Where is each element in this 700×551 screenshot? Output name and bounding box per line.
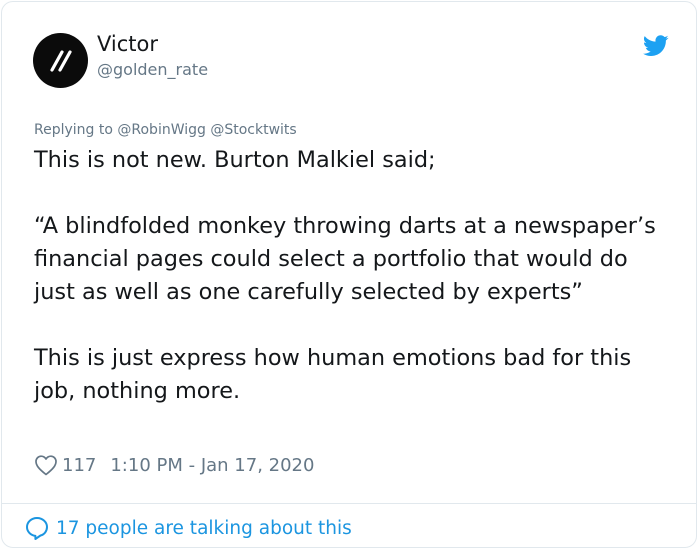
tweet-meta: 117 1:10 PM - Jan 17, 2020 bbox=[34, 452, 314, 478]
twitter-bird-icon[interactable] bbox=[643, 35, 669, 57]
divider bbox=[2, 503, 696, 504]
double-slash-logo-icon bbox=[49, 49, 72, 72]
author-name[interactable]: Victor bbox=[97, 32, 158, 56]
avatar[interactable] bbox=[33, 33, 88, 88]
replying-to: Replying to @RobinWigg @Stocktwits bbox=[34, 122, 297, 138]
conversation-label[interactable]: 17 people are talking about this bbox=[56, 518, 352, 539]
mention-link[interactable]: @Stocktwits bbox=[210, 122, 296, 138]
replying-prefix: Replying to bbox=[34, 122, 113, 138]
like-count[interactable]: 117 bbox=[62, 455, 96, 476]
tweet-text: This is not new. Burton Malkiel said; “A… bbox=[34, 147, 656, 404]
conversation-link[interactable]: 17 people are talking about this bbox=[24, 514, 352, 542]
tweet-card: Victor @golden_rate Replying to @RobinWi… bbox=[1, 1, 697, 548]
mention-link[interactable]: @RobinWigg bbox=[117, 122, 206, 138]
heart-icon[interactable] bbox=[34, 454, 58, 476]
timestamp[interactable]: 1:10 PM - Jan 17, 2020 bbox=[110, 455, 314, 476]
author-handle[interactable]: @golden_rate bbox=[97, 60, 208, 79]
speech-bubble-icon bbox=[26, 517, 48, 540]
